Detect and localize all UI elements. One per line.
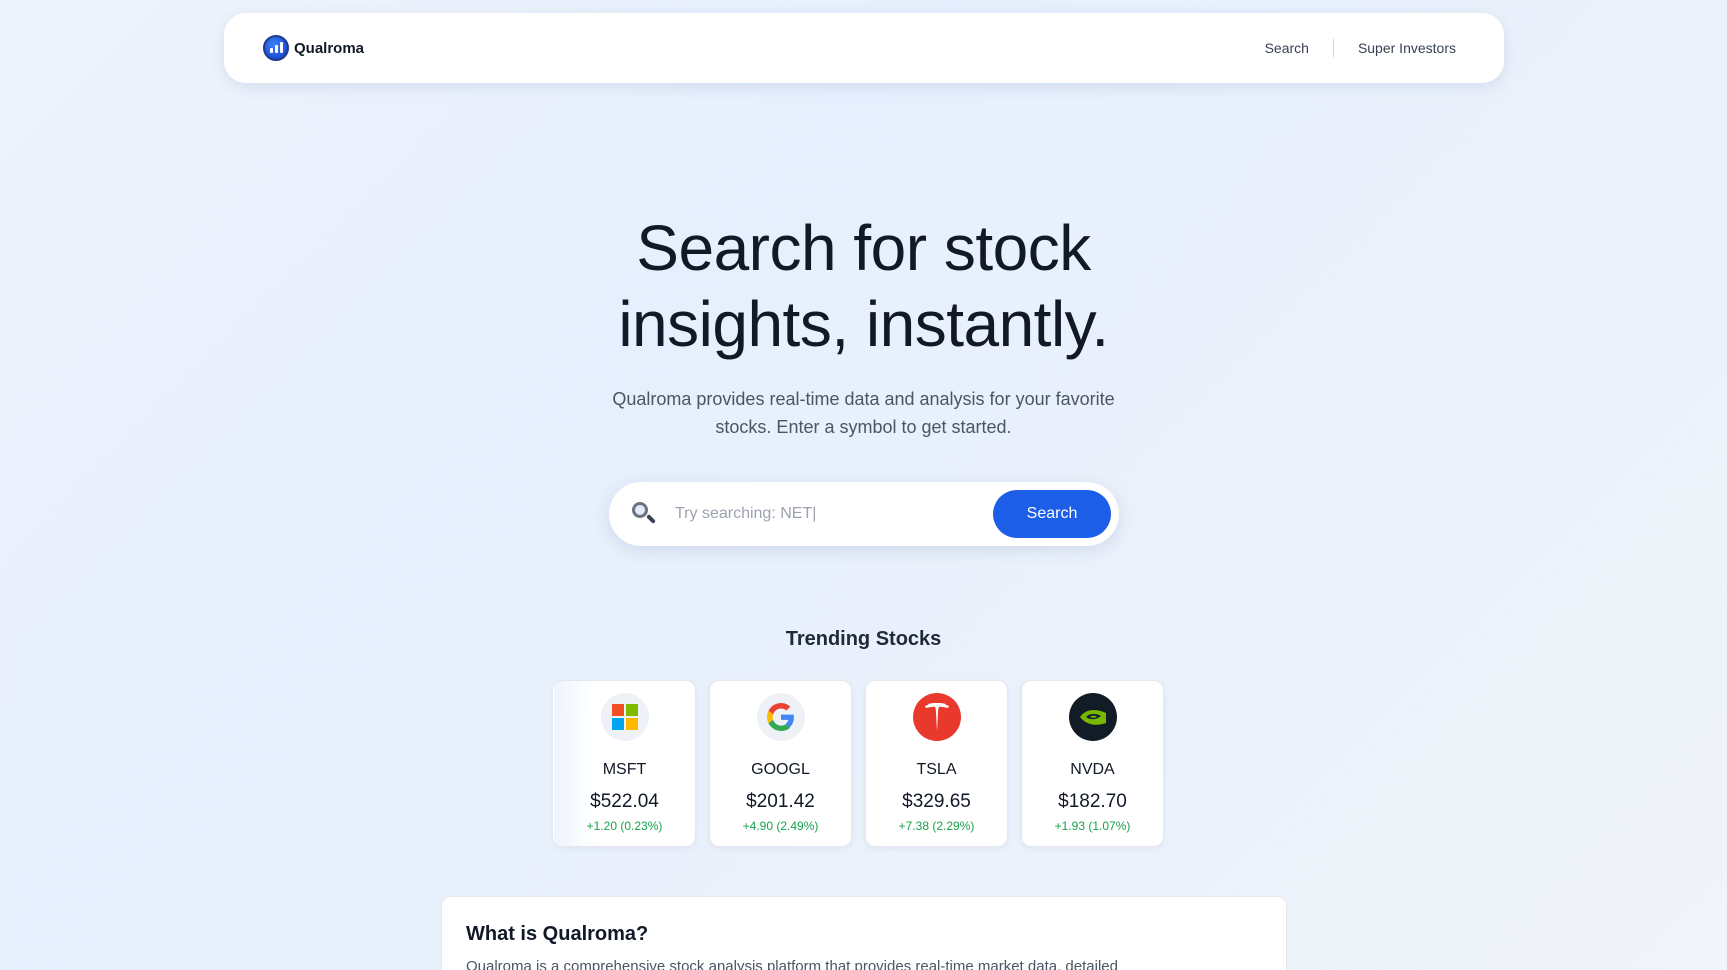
microsoft-logo-icon <box>600 693 649 741</box>
stock-change: +4.90 (2.49%) <box>742 819 819 833</box>
stock-change: +1.20 (0.23%) <box>586 819 663 833</box>
stock-card-nvda[interactable]: NVDA $182.70 +1.93 (1.07%) <box>1021 680 1164 847</box>
nav-divider <box>1332 39 1334 57</box>
top-navbar: Qualroma Search Super Investors <box>224 13 1504 83</box>
stock-price: $182.70 <box>1058 791 1127 812</box>
trending-stocks-list: MSFT $522.04 +1.20 (0.23%) GOOGL $201.42… <box>553 680 1164 847</box>
nvidia-logo-icon <box>1068 693 1117 741</box>
stock-ticker: GOOGL <box>751 761 810 778</box>
search-icon <box>631 501 657 527</box>
search-bar: Search <box>609 482 1119 546</box>
about-title: What is Qualroma? <box>466 923 649 945</box>
nav-links: Search Super Investors <box>1265 39 1456 57</box>
hero-title-line-2: insights, instantly. <box>618 288 1109 360</box>
nav-link-super-investors[interactable]: Super Investors <box>1358 40 1456 56</box>
stock-change: +1.93 (1.07%) <box>1054 819 1131 833</box>
hero-subtitle: Qualroma provides real-time data and ana… <box>0 385 1727 441</box>
brand[interactable]: Qualroma <box>263 35 364 61</box>
trending-stocks-title: Trending Stocks <box>785 628 942 650</box>
stock-card-msft[interactable]: MSFT $522.04 +1.20 (0.23%) <box>553 680 696 847</box>
hero-subtitle-line-1: Qualroma provides real-time data and ana… <box>612 389 1115 409</box>
hero-title-line-1: Search for stock <box>636 212 1091 284</box>
stock-ticker: NVDA <box>1070 761 1115 778</box>
qualroma-logo-icon <box>263 35 289 61</box>
stock-change: +7.38 (2.29%) <box>898 819 975 833</box>
stock-price: $522.04 <box>590 791 659 812</box>
stock-ticker: TSLA <box>916 761 957 778</box>
stock-card-googl[interactable]: GOOGL $201.42 +4.90 (2.49%) <box>709 680 852 847</box>
hero-subtitle-line-2: stocks. Enter a symbol to get started. <box>715 417 1012 437</box>
nav-link-search[interactable]: Search <box>1265 40 1309 56</box>
search-input[interactable] <box>675 505 993 523</box>
search-button[interactable]: Search <box>993 490 1111 538</box>
stock-card-tsla[interactable]: TSLA $329.65 +7.38 (2.29%) <box>865 680 1008 847</box>
brand-name: Qualroma <box>294 39 365 57</box>
hero-title: Search for stock insights, instantly. <box>0 210 1727 362</box>
stock-ticker: MSFT <box>602 761 647 778</box>
about-text: Qualroma is a comprehensive stock analys… <box>466 958 1118 970</box>
about-section: What is Qualroma? Qualroma is a comprehe… <box>441 896 1287 970</box>
google-logo-icon <box>756 693 805 741</box>
tesla-logo-icon <box>912 693 961 741</box>
stock-price: $201.42 <box>746 791 815 812</box>
stock-price: $329.65 <box>902 791 971 812</box>
